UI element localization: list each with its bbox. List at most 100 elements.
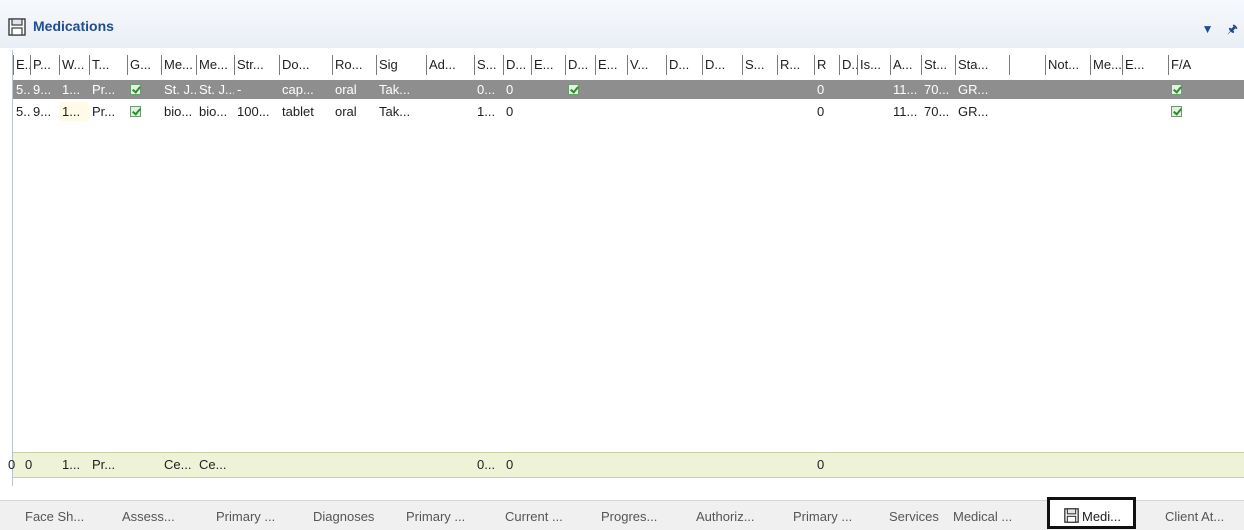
table-cell: 9... <box>33 82 52 97</box>
column-header[interactable]: Is... <box>857 55 890 75</box>
table-cell <box>1009 80 1045 99</box>
tab-label: Primary ... <box>216 509 276 524</box>
tab-3[interactable]: Diagnoses <box>313 509 374 524</box>
table-cell <box>857 80 890 99</box>
tab-label: Progres... <box>601 509 658 524</box>
column-header[interactable] <box>1009 55 1045 75</box>
table-cell <box>426 102 474 121</box>
chevron-down-icon[interactable]: ▼ <box>1202 22 1214 36</box>
column-header[interactable]: P... <box>30 55 59 75</box>
tab-label: Services <box>889 509 939 524</box>
column-header[interactable]: Me... <box>1090 55 1122 75</box>
column-header[interactable]: Not... <box>1045 55 1090 75</box>
tab-11[interactable]: Medi... <box>1047 497 1137 529</box>
column-header[interactable]: T... <box>89 55 127 75</box>
table-cell: Tak... <box>379 82 411 97</box>
column-header[interactable]: Ad... <box>426 55 474 75</box>
save-icon <box>1064 508 1079 523</box>
checkbox-icon[interactable] <box>1168 80 1244 99</box>
column-header[interactable]: Me... <box>161 55 196 75</box>
checkmark-icon <box>568 84 579 95</box>
table-cell: 11... <box>893 82 918 97</box>
column-header[interactable]: R... <box>777 55 814 75</box>
save-icon <box>8 18 26 36</box>
pin-icon[interactable]: 🖈 <box>1227 22 1238 36</box>
column-header[interactable]: V... <box>627 55 666 75</box>
column-header[interactable]: Do... <box>279 55 332 75</box>
tab-label: Client At... <box>1165 509 1225 524</box>
table-cell: 0... <box>477 82 496 97</box>
table-cell <box>595 102 627 121</box>
grid-header: E...P...W...T...G...Me...Me...Str...Do..… <box>13 50 1244 81</box>
column-header[interactable]: R <box>814 55 839 75</box>
table-cell: 70... <box>924 104 950 119</box>
table-row[interactable]: 5...9...1...Pr...bio...bio...100...table… <box>13 102 1244 121</box>
tab-4[interactable]: Primary ... <box>406 509 465 524</box>
tab-12[interactable]: Client At... <box>1165 509 1224 524</box>
checkbox-icon[interactable] <box>1168 102 1244 121</box>
table-cell: 5... <box>16 82 30 97</box>
column-header[interactable]: D... <box>503 55 531 75</box>
table-row[interactable]: 5...9...1...Pr...St. J...St. J...-cap...… <box>13 80 1244 99</box>
column-header[interactable]: S... <box>474 55 503 75</box>
tab-0[interactable]: Face Sh... <box>25 509 84 524</box>
table-cell <box>839 80 857 99</box>
tab-7[interactable]: Authoriz... <box>696 509 755 524</box>
table-cell <box>857 102 890 121</box>
column-header[interactable]: G... <box>127 55 161 75</box>
column-header[interactable]: D... <box>666 55 702 75</box>
checkmark-icon <box>1171 106 1182 117</box>
column-header[interactable]: W... <box>59 55 89 75</box>
table-cell <box>1045 102 1090 121</box>
table-cell: St. J... <box>164 82 196 97</box>
tab-5[interactable]: Current ... <box>505 509 563 524</box>
column-header[interactable]: E... <box>1122 55 1168 75</box>
tab-8[interactable]: Primary ... <box>793 509 852 524</box>
column-header[interactable]: St... <box>921 55 955 75</box>
table-cell: tablet <box>282 104 314 119</box>
panel-controls: ▼ 🖈 <box>1192 20 1238 41</box>
table-cell: oral <box>335 104 357 119</box>
panel-title: Medications <box>33 18 114 34</box>
column-header[interactable]: D.. <box>839 55 857 75</box>
checkbox-icon[interactable] <box>565 80 595 99</box>
column-header[interactable]: E... <box>13 55 30 75</box>
tab-6[interactable]: Progres... <box>601 509 657 524</box>
column-header[interactable]: S... <box>742 55 777 75</box>
table-cell <box>531 80 565 99</box>
column-header[interactable]: Str... <box>234 55 279 75</box>
column-header[interactable]: Ro... <box>332 55 376 75</box>
table-cell <box>777 102 814 121</box>
tab-label: Current ... <box>505 509 563 524</box>
table-cell: Pr... <box>92 82 116 97</box>
checkbox-icon[interactable] <box>127 102 161 121</box>
tab-label: Primary ... <box>406 509 466 524</box>
column-header[interactable]: A... <box>890 55 921 75</box>
bottom-tab-strip: Face Sh... Assess... Primary ... Diagnoses P… <box>0 497 1244 530</box>
grid-summary-row: 0 0 1... Pr... Ce... Ce... 0... 0 0 <box>8 452 1244 478</box>
column-header[interactable]: Sta... <box>955 55 1009 75</box>
column-header[interactable]: E... <box>595 55 627 75</box>
tab-10[interactable]: Medical ... <box>953 509 1012 524</box>
column-header[interactable]: Me... <box>196 55 234 75</box>
tab-1[interactable]: Assess... <box>122 509 175 524</box>
table-cell <box>666 80 702 99</box>
table-cell: Tak... <box>379 104 411 119</box>
column-header[interactable]: D... <box>702 55 742 75</box>
table-cell <box>1090 80 1122 99</box>
table-cell: 70... <box>924 82 950 97</box>
table-cell: 5... <box>16 104 30 119</box>
column-header[interactable]: E... <box>531 55 565 75</box>
tab-9[interactable]: Services <box>889 509 939 524</box>
tab-2[interactable]: Primary ... <box>216 509 275 524</box>
column-header[interactable]: F/A <box>1168 55 1244 75</box>
column-header[interactable]: D... <box>565 55 595 75</box>
table-cell <box>531 102 565 121</box>
medications-grid: E...P...W...T...G...Me...Me...Str...Do..… <box>8 50 1244 486</box>
tab-label: Medical ... <box>953 509 1013 524</box>
table-cell <box>1122 102 1168 121</box>
checkbox-icon[interactable] <box>127 80 161 99</box>
column-header[interactable]: Sig <box>376 55 426 75</box>
tab-label: Diagnoses <box>313 509 375 524</box>
tab-label: Face Sh... <box>25 509 85 524</box>
